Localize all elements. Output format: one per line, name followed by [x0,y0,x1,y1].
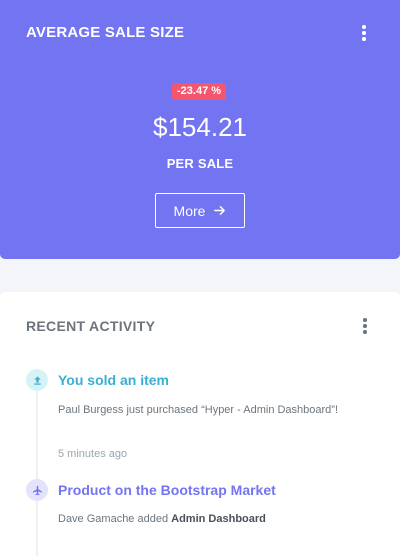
more-button-label: More [173,202,206,219]
card-title: RECENT ACTIVITY [26,318,156,334]
sale-amount: $154.21 [153,112,247,142]
airplane-icon [26,479,48,501]
average-sale-card: AVERAGE SALE SIZE -23.47 % $154.21 PER S… [0,0,400,259]
sale-unit-label: PER SALE [166,156,234,171]
change-badge: -23.47 % [172,83,227,100]
timeline-line [36,388,38,556]
more-options-icon[interactable] [363,318,367,334]
arrow-right-icon [214,206,226,215]
recent-activity-card: RECENT ACTIVITY You sold an item Paul Bu… [0,292,400,556]
upload-icon [26,369,48,391]
activity-text: Dave Gamache added Admin Dashboard [58,509,358,530]
activity-text-prefix: Dave Gamache added [58,513,172,525]
activity-heading[interactable]: Product on the Bootstrap Market [58,482,276,498]
activity-heading[interactable]: You sold an item [58,372,169,388]
more-options-icon[interactable] [362,25,366,41]
activity-text: Paul Burgess just purchased “Hyper - Adm… [58,404,339,416]
activity-product-name: Admin Dashboard [171,513,266,525]
activity-time: 5 minutes ago [58,448,128,460]
card-title: AVERAGE SALE SIZE [26,24,185,41]
more-button[interactable]: More [155,193,245,228]
